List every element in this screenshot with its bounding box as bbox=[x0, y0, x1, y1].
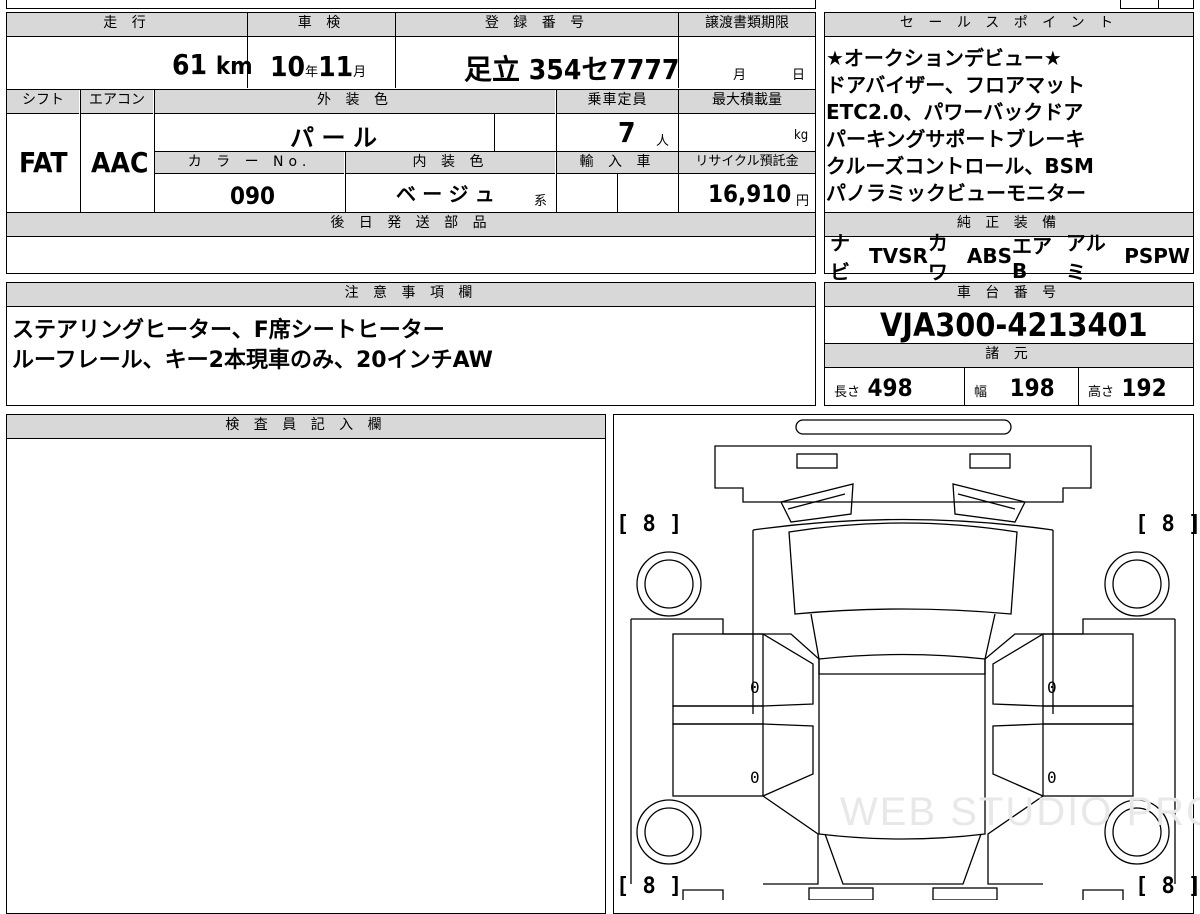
panel-mark-left-front-door: 0 bbox=[750, 678, 760, 697]
equipment-item: アルミ bbox=[1065, 231, 1106, 284]
aircon-label: エアコン bbox=[81, 90, 153, 114]
sales-point-line: ドアバイザー、フロアマット bbox=[826, 73, 1085, 97]
equipment-item: カワ bbox=[927, 231, 948, 284]
equipment-item: ナビ bbox=[830, 231, 850, 284]
equipment-item: PS bbox=[1124, 244, 1154, 268]
shift-value: FAT bbox=[19, 146, 68, 179]
specs-label: 諸 元 bbox=[825, 344, 1193, 368]
inspection-label: 車 検 bbox=[248, 13, 395, 37]
registration-value: 足立 354セ7777 bbox=[464, 53, 680, 86]
panel-mark-right-rear-door: 0 bbox=[1047, 768, 1057, 787]
shift-label: シフト bbox=[7, 90, 79, 114]
transfer-month: 月 bbox=[733, 68, 747, 83]
interior-color-label: 内 装 色 bbox=[346, 152, 555, 174]
aircon-value: AAC bbox=[91, 146, 149, 179]
equipment-label: 純 正 装 備 bbox=[825, 213, 1193, 237]
exterior-color-value: パ ー ル bbox=[290, 124, 378, 152]
equipment-item: TV bbox=[868, 244, 899, 268]
equipment-item: PW bbox=[1153, 244, 1190, 268]
inspection-value: 10年11月 bbox=[270, 50, 367, 83]
mileage-label: 走 行 bbox=[7, 13, 247, 37]
equipment-item: エアB bbox=[1012, 233, 1053, 283]
registration-label: 登 録 番 号 bbox=[396, 13, 678, 37]
recycle-label: リサイクル預託金 bbox=[679, 152, 815, 174]
note-line-2: ルーフレール、キー2本現車のみ、20インチAW bbox=[12, 348, 493, 373]
equipment-item: ABS bbox=[966, 244, 1013, 268]
chassis-label: 車 台 番 号 bbox=[825, 283, 1193, 307]
top-right-partial bbox=[1120, 0, 1194, 9]
equipment-list: ナビ TV SR カワ ABS エアB アルミ PS PW bbox=[830, 231, 1190, 284]
max-load-unit: kg bbox=[794, 128, 809, 143]
color-no-label: カ ラ ー No. bbox=[155, 152, 344, 174]
panel-mark-left-rear-door: 0 bbox=[750, 768, 760, 787]
tire-label-rear-right: [ 8 ] bbox=[1135, 874, 1200, 899]
watermark: WEB STUDIO PRO bbox=[840, 790, 1200, 834]
inspector-label: 検 査 員 記 入 欄 bbox=[7, 415, 605, 439]
top-partial-row bbox=[6, 0, 816, 9]
sales-point-line: ★オークションデビュー★ bbox=[826, 46, 1062, 70]
later-parts-label: 後 日 発 送 部 品 bbox=[7, 213, 815, 237]
sales-point-line: パノラミックビューモニター bbox=[826, 181, 1086, 205]
capacity-unit: 人 bbox=[656, 134, 670, 149]
mileage-value: 61 km bbox=[172, 48, 253, 81]
length-spec: 長さ 498 bbox=[834, 374, 913, 402]
recycle-unit: 円 bbox=[796, 194, 810, 209]
color-no-value: 090 bbox=[230, 182, 276, 210]
interior-color-suffix: 系 bbox=[534, 194, 548, 209]
tire-label-rear-left: [ 8 ] bbox=[616, 874, 683, 899]
sales-point-line: パーキングサポートブレーキ bbox=[826, 127, 1086, 151]
sales-point-line: ETC2.0、パワーバックドア bbox=[826, 100, 1084, 124]
transfer-day: 日 bbox=[792, 68, 806, 83]
panel-mark-right-front-door: 0 bbox=[1047, 678, 1057, 697]
note-line-1: ステアリングヒーター、F席シートヒーター bbox=[12, 318, 445, 343]
tire-label-front-right: [ 8 ] bbox=[1135, 512, 1200, 537]
inspector-box bbox=[6, 414, 606, 914]
notes-label: 注 意 事 項 欄 bbox=[7, 283, 815, 307]
tire-label-front-left: [ 8 ] bbox=[616, 512, 683, 537]
chassis-number: VJA300-4213401 bbox=[880, 306, 1148, 344]
sales-point-line: クルーズコントロール、BSM bbox=[826, 154, 1094, 178]
width-spec: 幅 198 bbox=[974, 374, 1055, 402]
recycle-value: 16,910 bbox=[708, 180, 792, 208]
capacity-label: 乗車定員 bbox=[557, 90, 678, 114]
max-load-label: 最大積載量 bbox=[679, 90, 815, 114]
capacity-value: 7 bbox=[618, 116, 636, 149]
import-label: 輸 入 車 bbox=[557, 152, 678, 174]
exterior-color-label: 外 装 色 bbox=[155, 90, 555, 114]
equipment-item: SR bbox=[898, 244, 928, 268]
sales-points-label: セ ー ル ス ポ イ ン ト bbox=[825, 13, 1193, 37]
interior-color-value: ベ ー ジ ュ bbox=[396, 182, 495, 206]
height-spec: 高さ 192 bbox=[1088, 374, 1167, 402]
transfer-deadline-label: 譲渡書類期限 bbox=[679, 13, 815, 37]
